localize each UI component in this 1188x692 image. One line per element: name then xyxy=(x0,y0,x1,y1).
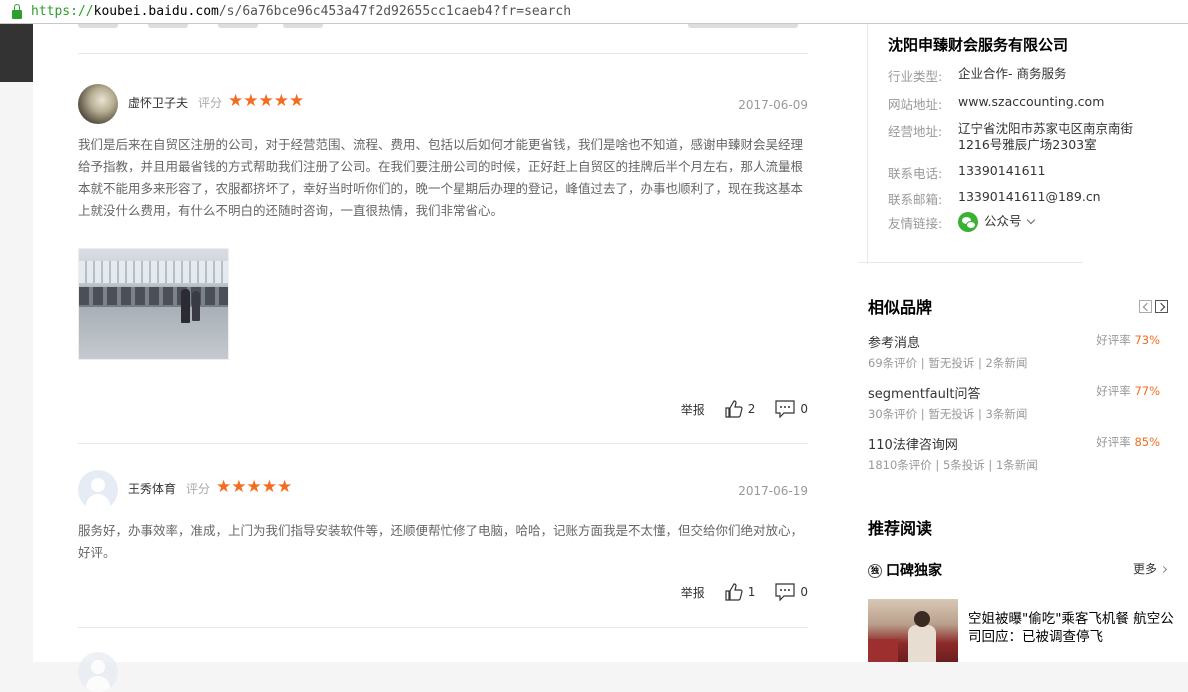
company-address: 经营地址: 辽宁省沈阳市苏家屯区南京南街1216号雅辰广场2303室 xyxy=(888,121,1134,152)
sidebar: 沈阳申臻财会服务有限公司 行业类型: 企业合作- 商务服务 网站地址: www.… xyxy=(855,24,1188,662)
comment-count: 0 xyxy=(800,402,808,416)
brand-rating: 好评率 77% xyxy=(1096,384,1160,398)
review-actions: 举报 1 0 xyxy=(681,583,808,601)
news-thumbnail[interactable] xyxy=(868,599,958,662)
divider xyxy=(858,262,1083,263)
like-button[interactable]: 1 xyxy=(725,583,756,601)
comment-count: 0 xyxy=(800,585,808,599)
wechat-dropdown[interactable]: 公众号 xyxy=(958,212,1035,232)
comment-icon xyxy=(775,583,795,601)
vertical-divider xyxy=(867,24,868,264)
recommended-title: 推荐阅读 xyxy=(868,519,933,538)
brand-stats: 30条评价 | 暂无投诉 | 3条新闻 xyxy=(868,407,1028,421)
review-column: 虚怀卫子夫 评分 ★★★★★ 2017-06-09 我们是后来在自贸区注册的公司… xyxy=(33,24,855,692)
review-item: 王秀体育 评分 ★★★★★ 2017-06-19 服务好，办事效率，准成，上门为… xyxy=(78,470,808,630)
similar-brand-item[interactable]: 参考消息 69条评价 | 暂无投诉 | 2条新闻 好评率 73% xyxy=(868,332,1160,371)
divider xyxy=(78,53,808,54)
star-rating: ★★★★★ xyxy=(216,477,293,497)
similar-brand-item[interactable]: 110法律咨询网 1810条评价 | 5条投诉 | 1条新闻 好评率 85% xyxy=(868,434,1160,473)
dark-side-strip xyxy=(0,24,33,82)
review-photo[interactable] xyxy=(78,248,229,360)
avatar[interactable] xyxy=(78,84,118,124)
avatar[interactable] xyxy=(78,652,118,692)
company-email: 联系邮箱: 13390141611@189.cn xyxy=(888,189,1101,207)
next-arrow-icon[interactable] xyxy=(1155,300,1168,313)
wechat-icon xyxy=(958,212,978,232)
company-name: 沈阳申臻财会服务有限公司 xyxy=(888,36,1069,54)
like-count: 1 xyxy=(747,585,756,599)
url-text[interactable]: https://koubei.baidu.com/s/6a76bce96c453… xyxy=(31,4,571,19)
company-links: 友情链接: 公众号 xyxy=(888,212,1035,232)
company-industry: 行业类型: 企业合作- 商务服务 xyxy=(888,66,1067,84)
brand-rating: 好评率 73% xyxy=(1096,333,1160,347)
brand-stats: 69条评价 | 暂无投诉 | 2条新闻 xyxy=(868,356,1028,370)
news-headline[interactable]: 空姐被曝"偷吃"乘客飞机餐 航空公司回应：已被调查停飞 xyxy=(968,610,1178,646)
star-rating: ★★★★★ xyxy=(228,91,305,111)
divider xyxy=(78,443,808,444)
lock-icon xyxy=(12,3,22,19)
clipped-filter-bar xyxy=(78,24,808,32)
review-username[interactable]: 王秀体育 xyxy=(128,480,176,497)
report-button[interactable]: 举报 xyxy=(681,401,705,418)
chevron-right-icon xyxy=(1159,565,1168,574)
similar-pager xyxy=(1136,300,1168,313)
similar-brand-item[interactable]: segmentfault问答 30条评价 | 暂无投诉 | 3条新闻 好评率 7… xyxy=(868,383,1160,422)
review-date: 2017-06-09 xyxy=(738,98,808,112)
comment-icon xyxy=(775,400,795,418)
rating-label: 评分 xyxy=(198,96,223,110)
similar-brands-title: 相似品牌 xyxy=(868,298,933,317)
comment-button[interactable]: 0 xyxy=(775,583,808,601)
comment-button[interactable]: 0 xyxy=(775,400,808,418)
like-button[interactable]: 2 xyxy=(725,400,756,418)
review-text: 我们是后来在自贸区注册的公司，对于经营范围、流程、费用、包括以后如何才能更省钱，… xyxy=(78,137,804,218)
thumbs-up-icon xyxy=(725,400,743,418)
company-phone: 联系电话: 13390141611 xyxy=(888,163,1046,181)
review-item: 虚怀卫子夫 评分 ★★★★★ 2017-06-09 我们是后来在自贸区注册的公司… xyxy=(78,84,808,444)
chevron-down-icon xyxy=(1026,215,1035,224)
brand-rating: 好评率 85% xyxy=(1096,435,1160,449)
more-link[interactable]: 更多 xyxy=(1133,560,1168,577)
review-actions: 举报 2 0 xyxy=(681,400,808,418)
prev-arrow-icon[interactable] xyxy=(1139,300,1152,313)
address-bar[interactable]: https://koubei.baidu.com/s/6a76bce96c453… xyxy=(0,0,1188,24)
koubei-exclusive-heading: 独口碑独家 xyxy=(868,560,942,580)
rating-label: 评分 xyxy=(186,482,211,496)
avatar[interactable] xyxy=(78,470,118,510)
report-button[interactable]: 举报 xyxy=(681,584,705,601)
website-link[interactable]: www.szaccounting.com xyxy=(958,94,1104,113)
company-website: 网站地址: www.szaccounting.com xyxy=(888,94,1105,113)
koubei-badge-icon: 独 xyxy=(868,564,882,578)
thumbs-up-icon xyxy=(725,583,743,601)
left-gutter xyxy=(0,82,33,662)
review-username[interactable]: 虚怀卫子夫 xyxy=(128,94,188,111)
review-text: 服务好，办事效率，准成，上门为我们指导安装软件等，还顺便帮忙修了电脑，哈哈，记账… xyxy=(78,523,804,560)
divider xyxy=(78,627,808,628)
like-count: 2 xyxy=(747,402,756,416)
review-date: 2017-06-19 xyxy=(738,484,808,498)
brand-stats: 1810条评价 | 5条投诉 | 1条新闻 xyxy=(868,458,1038,472)
